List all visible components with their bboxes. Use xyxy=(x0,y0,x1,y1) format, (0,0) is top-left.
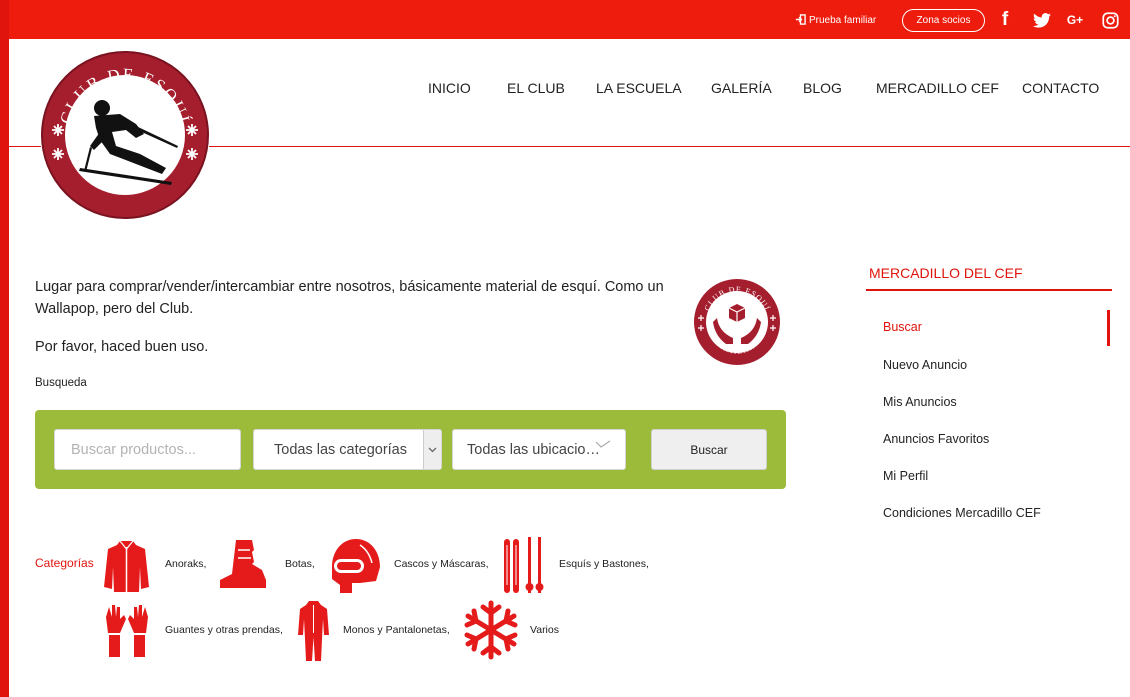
sidebar-item-condiciones[interactable]: Condiciones Mercadillo CEF xyxy=(883,506,1041,520)
top-bar: Prueba familiar Zona socios f G+ xyxy=(9,0,1130,39)
nav-la-escuela[interactable]: LA ESCUELA xyxy=(596,80,682,96)
nav-blog[interactable]: BLOG xyxy=(803,80,842,96)
market-logo: CLUB DE ESQUÍ FAMILIAR xyxy=(693,278,781,366)
category-esquis-bastones[interactable]: Esquís y Bastones, xyxy=(559,558,649,570)
sidebar-title-underline xyxy=(866,289,1112,291)
sidebar-item-buscar[interactable]: Buscar xyxy=(883,320,922,334)
trial-label: Prueba familiar xyxy=(809,15,877,26)
sidebar-item-anuncios-favoritos[interactable]: Anuncios Favoritos xyxy=(883,432,989,446)
usage-note: Por favor, haced buen uso. xyxy=(35,339,209,355)
sidebar-title: MERCADILLO DEL CEF xyxy=(869,265,1023,281)
search-input[interactable] xyxy=(71,441,240,458)
sidebar-item-mis-anuncios[interactable]: Mis Anuncios xyxy=(883,395,957,409)
dropdown-check-icon xyxy=(595,440,611,448)
trial-link[interactable]: Prueba familiar xyxy=(795,14,876,26)
category-varios[interactable]: Varios xyxy=(530,624,559,636)
members-zone-button[interactable]: Zona socios xyxy=(902,9,985,32)
sign-in-icon xyxy=(795,14,806,25)
nav-galeria[interactable]: GALERÍA xyxy=(711,80,772,96)
search-panel: Todas las categorías Todas las ubicacion… xyxy=(35,410,786,489)
skis-icon[interactable] xyxy=(500,535,548,595)
category-select-value: Todas las categorías xyxy=(274,441,407,458)
category-cascos-mascaras[interactable]: Cascos y Máscaras, xyxy=(394,558,489,570)
category-monos-pantalonetas[interactable]: Monos y Pantalonetas, xyxy=(343,624,450,636)
left-accent-border xyxy=(0,0,9,697)
category-botas[interactable]: Botas, xyxy=(285,558,315,570)
helmet-icon[interactable] xyxy=(330,537,382,595)
search-input-wrapper xyxy=(54,429,241,470)
boot-icon[interactable] xyxy=(218,538,268,590)
instagram-icon[interactable] xyxy=(1099,9,1121,31)
nav-contacto[interactable]: CONTACTO xyxy=(1022,80,1099,96)
category-anoraks[interactable]: Anoraks, xyxy=(165,558,206,570)
search-section-label: Busqueda xyxy=(35,377,87,389)
suit-icon[interactable] xyxy=(297,599,330,663)
gloves-icon[interactable] xyxy=(104,603,150,659)
search-button[interactable]: Buscar xyxy=(651,429,767,470)
facebook-icon[interactable]: f xyxy=(995,9,1015,31)
twitter-icon[interactable] xyxy=(1029,9,1055,31)
location-select-value: Todas las ubicaciones xyxy=(467,441,607,458)
sidebar-item-mi-perfil[interactable]: Mi Perfil xyxy=(883,469,928,483)
categories-title: Categorías xyxy=(35,556,94,570)
nav-inicio[interactable]: INICIO xyxy=(428,80,471,96)
intro-text: Lugar para comprar/vender/intercambiar e… xyxy=(35,279,664,317)
sidebar-item-nuevo-anuncio[interactable]: Nuevo Anuncio xyxy=(883,358,967,372)
sidebar-active-indicator xyxy=(1107,310,1110,346)
club-logo[interactable]: CLUB DE ESQUÍ FAMILIAR xyxy=(40,50,210,220)
location-select[interactable]: Todas las ubicaciones xyxy=(452,429,626,470)
nav-mercadillo-cef[interactable]: MERCADILLO CEF xyxy=(876,80,999,96)
category-guantes[interactable]: Guantes y otras prendas, xyxy=(165,624,283,636)
google-plus-icon[interactable]: G+ xyxy=(1063,9,1087,31)
snowflake-icon[interactable] xyxy=(461,599,521,661)
chevron-down-icon[interactable] xyxy=(423,430,441,469)
nav-el-club[interactable]: EL CLUB xyxy=(507,80,565,96)
category-select[interactable]: Todas las categorías xyxy=(253,429,442,470)
jacket-icon[interactable] xyxy=(103,539,150,593)
